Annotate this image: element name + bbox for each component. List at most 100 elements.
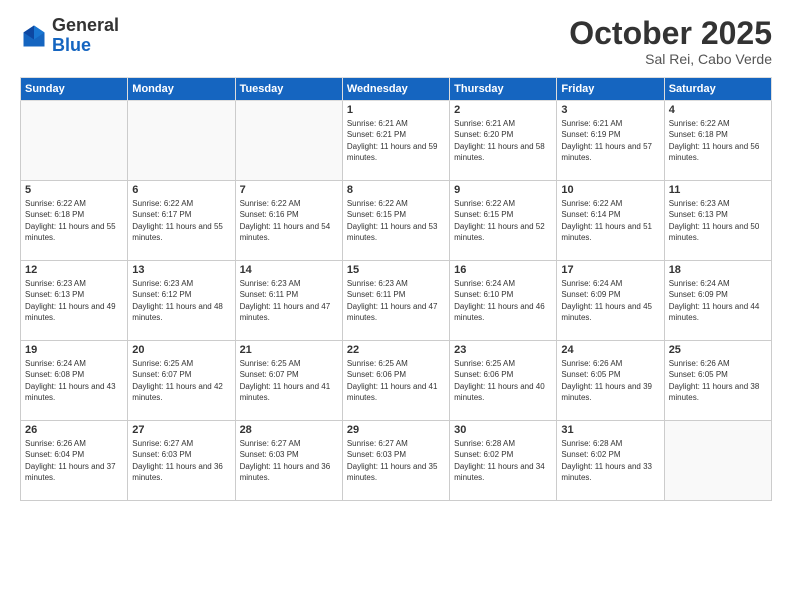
day-number: 16 bbox=[454, 264, 552, 276]
day-info: Sunrise: 6:28 AMSunset: 6:02 PMDaylight:… bbox=[561, 438, 659, 483]
day-number: 9 bbox=[454, 184, 552, 196]
day-number: 24 bbox=[561, 344, 659, 356]
day-cell-10: 10 Sunrise: 6:22 AMSunset: 6:14 PMDayligh… bbox=[557, 181, 664, 261]
day-cell-28: 28 Sunrise: 6:27 AMSunset: 6:03 PMDayligh… bbox=[235, 421, 342, 501]
day-info: Sunrise: 6:22 AMSunset: 6:16 PMDaylight:… bbox=[240, 198, 338, 243]
week-row-1: 1 Sunrise: 6:21 AMSunset: 6:21 PMDaylight… bbox=[21, 101, 772, 181]
day-number: 1 bbox=[347, 104, 445, 116]
week-row-3: 12 Sunrise: 6:23 AMSunset: 6:13 PMDayligh… bbox=[21, 261, 772, 341]
day-info: Sunrise: 6:22 AMSunset: 6:18 PMDaylight:… bbox=[25, 198, 123, 243]
day-number: 21 bbox=[240, 344, 338, 356]
day-number: 7 bbox=[240, 184, 338, 196]
day-cell-26: 26Sunrise: 6:26 AMSunset: 6:04 PMDayligh… bbox=[21, 421, 128, 501]
week-row-4: 19 Sunrise: 6:24 AMSunset: 6:08 PMDayligh… bbox=[21, 341, 772, 421]
day-info: Sunrise: 6:27 AMSunset: 6:03 PMDaylight:… bbox=[240, 438, 338, 483]
day-info: Sunrise: 6:22 AMSunset: 6:15 PMDaylight:… bbox=[347, 198, 445, 243]
weekday-friday: Friday bbox=[557, 78, 664, 101]
logo-icon bbox=[20, 22, 48, 50]
day-number: 19 bbox=[25, 344, 123, 356]
logo: General Blue bbox=[20, 16, 119, 56]
weekday-saturday: Saturday bbox=[664, 78, 771, 101]
day-info: Sunrise: 6:21 AMSunset: 6:21 PMDaylight:… bbox=[347, 118, 445, 163]
day-number: 18 bbox=[669, 264, 767, 276]
day-number: 22 bbox=[347, 344, 445, 356]
day-info: Sunrise: 6:25 AMSunset: 6:07 PMDaylight:… bbox=[240, 358, 338, 403]
day-cell-1: 1 Sunrise: 6:21 AMSunset: 6:21 PMDaylight… bbox=[342, 101, 449, 181]
calendar: SundayMondayTuesdayWednesdayThursdayFrid… bbox=[20, 77, 772, 501]
day-cell-17: 17 Sunrise: 6:24 AMSunset: 6:09 PMDayligh… bbox=[557, 261, 664, 341]
day-info: Sunrise: 6:27 AMSunset: 6:03 PMDaylight:… bbox=[132, 438, 230, 483]
day-info: Sunrise: 6:24 AMSunset: 6:08 PMDaylight:… bbox=[25, 358, 123, 403]
day-cell-23: 23 Sunrise: 6:25 AMSunset: 6:06 PMDayligh… bbox=[450, 341, 557, 421]
day-cell-2: 2Sunrise: 6:21 AMSunset: 6:20 PMDaylight… bbox=[450, 101, 557, 181]
day-cell-24: 24 Sunrise: 6:26 AMSunset: 6:05 PMDayligh… bbox=[557, 341, 664, 421]
day-info: Sunrise: 6:21 AMSunset: 6:20 PMDaylight:… bbox=[454, 118, 552, 163]
day-cell-31: 31 Sunrise: 6:28 AMSunset: 6:02 PMDayligh… bbox=[557, 421, 664, 501]
day-info: Sunrise: 6:23 AMSunset: 6:13 PMDaylight:… bbox=[669, 198, 767, 243]
day-cell-21: 21 Sunrise: 6:25 AMSunset: 6:07 PMDayligh… bbox=[235, 341, 342, 421]
day-number: 12 bbox=[25, 264, 123, 276]
day-info: Sunrise: 6:25 AMSunset: 6:06 PMDaylight:… bbox=[347, 358, 445, 403]
day-number: 20 bbox=[132, 344, 230, 356]
day-cell-7: 7 Sunrise: 6:22 AMSunset: 6:16 PMDaylight… bbox=[235, 181, 342, 261]
day-number: 25 bbox=[669, 344, 767, 356]
day-number: 17 bbox=[561, 264, 659, 276]
day-cell-15: 15 Sunrise: 6:23 AMSunset: 6:11 PMDayligh… bbox=[342, 261, 449, 341]
logo-general-text: General bbox=[52, 15, 119, 35]
day-cell-3: 3Sunrise: 6:21 AMSunset: 6:19 PMDaylight… bbox=[557, 101, 664, 181]
page: General Blue October 2025 Sal Rei, Cabo … bbox=[0, 0, 792, 612]
day-info: Sunrise: 6:22 AMSunset: 6:14 PMDaylight:… bbox=[561, 198, 659, 243]
weekday-tuesday: Tuesday bbox=[235, 78, 342, 101]
day-number: 26 bbox=[25, 424, 123, 436]
day-info: Sunrise: 6:22 AMSunset: 6:15 PMDaylight:… bbox=[454, 198, 552, 243]
day-cell-6: 6 Sunrise: 6:22 AMSunset: 6:17 PMDaylight… bbox=[128, 181, 235, 261]
week-row-5: 26Sunrise: 6:26 AMSunset: 6:04 PMDayligh… bbox=[21, 421, 772, 501]
title-block: October 2025 Sal Rei, Cabo Verde bbox=[569, 16, 772, 67]
day-number: 28 bbox=[240, 424, 338, 436]
day-info: Sunrise: 6:24 AMSunset: 6:09 PMDaylight:… bbox=[561, 278, 659, 323]
day-number: 6 bbox=[132, 184, 230, 196]
empty-cell bbox=[664, 421, 771, 501]
day-cell-25: 25Sunrise: 6:26 AMSunset: 6:05 PMDayligh… bbox=[664, 341, 771, 421]
day-info: Sunrise: 6:28 AMSunset: 6:02 PMDaylight:… bbox=[454, 438, 552, 483]
logo-text: General Blue bbox=[52, 16, 119, 56]
weekday-wednesday: Wednesday bbox=[342, 78, 449, 101]
day-info: Sunrise: 6:22 AMSunset: 6:17 PMDaylight:… bbox=[132, 198, 230, 243]
day-cell-18: 18Sunrise: 6:24 AMSunset: 6:09 PMDayligh… bbox=[664, 261, 771, 341]
weekday-header-row: SundayMondayTuesdayWednesdayThursdayFrid… bbox=[21, 78, 772, 101]
day-number: 10 bbox=[561, 184, 659, 196]
location: Sal Rei, Cabo Verde bbox=[569, 51, 772, 67]
month-title: October 2025 bbox=[569, 16, 772, 51]
day-info: Sunrise: 6:23 AMSunset: 6:11 PMDaylight:… bbox=[347, 278, 445, 323]
day-info: Sunrise: 6:27 AMSunset: 6:03 PMDaylight:… bbox=[347, 438, 445, 483]
day-info: Sunrise: 6:24 AMSunset: 6:10 PMDaylight:… bbox=[454, 278, 552, 323]
day-cell-29: 29Sunrise: 6:27 AMSunset: 6:03 PMDayligh… bbox=[342, 421, 449, 501]
day-cell-11: 11 Sunrise: 6:23 AMSunset: 6:13 PMDayligh… bbox=[664, 181, 771, 261]
day-info: Sunrise: 6:25 AMSunset: 6:07 PMDaylight:… bbox=[132, 358, 230, 403]
day-number: 11 bbox=[669, 184, 767, 196]
weekday-thursday: Thursday bbox=[450, 78, 557, 101]
day-cell-9: 9 Sunrise: 6:22 AMSunset: 6:15 PMDaylight… bbox=[450, 181, 557, 261]
day-info: Sunrise: 6:23 AMSunset: 6:11 PMDaylight:… bbox=[240, 278, 338, 323]
day-number: 8 bbox=[347, 184, 445, 196]
day-cell-13: 13Sunrise: 6:23 AMSunset: 6:12 PMDayligh… bbox=[128, 261, 235, 341]
day-cell-12: 12 Sunrise: 6:23 AMSunset: 6:13 PMDayligh… bbox=[21, 261, 128, 341]
day-info: Sunrise: 6:25 AMSunset: 6:06 PMDaylight:… bbox=[454, 358, 552, 403]
day-number: 23 bbox=[454, 344, 552, 356]
day-cell-30: 30Sunrise: 6:28 AMSunset: 6:02 PMDayligh… bbox=[450, 421, 557, 501]
empty-cell bbox=[235, 101, 342, 181]
day-cell-27: 27Sunrise: 6:27 AMSunset: 6:03 PMDayligh… bbox=[128, 421, 235, 501]
day-info: Sunrise: 6:23 AMSunset: 6:13 PMDaylight:… bbox=[25, 278, 123, 323]
day-info: Sunrise: 6:21 AMSunset: 6:19 PMDaylight:… bbox=[561, 118, 659, 163]
empty-cell bbox=[21, 101, 128, 181]
logo-blue-text: Blue bbox=[52, 35, 91, 55]
day-info: Sunrise: 6:26 AMSunset: 6:05 PMDaylight:… bbox=[561, 358, 659, 403]
day-cell-4: 4Sunrise: 6:22 AMSunset: 6:18 PMDaylight… bbox=[664, 101, 771, 181]
weekday-monday: Monday bbox=[128, 78, 235, 101]
day-number: 4 bbox=[669, 104, 767, 116]
day-number: 31 bbox=[561, 424, 659, 436]
empty-cell bbox=[128, 101, 235, 181]
day-number: 15 bbox=[347, 264, 445, 276]
day-cell-20: 20 Sunrise: 6:25 AMSunset: 6:07 PMDayligh… bbox=[128, 341, 235, 421]
day-number: 5 bbox=[25, 184, 123, 196]
